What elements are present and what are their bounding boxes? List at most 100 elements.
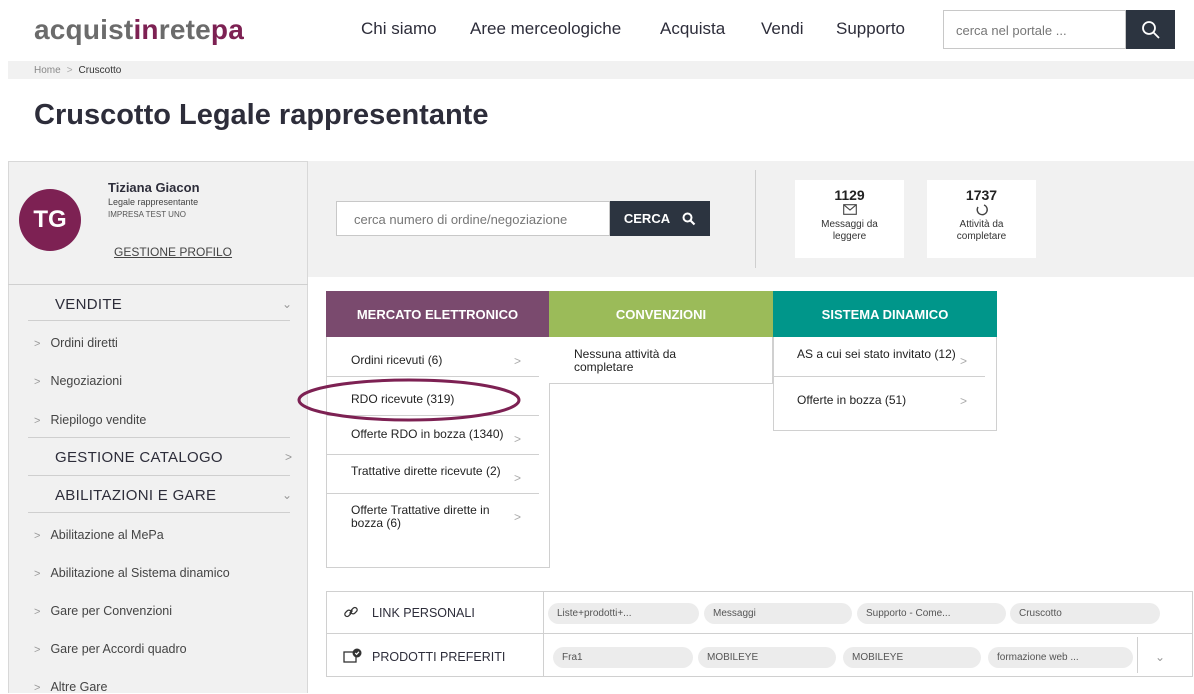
topbar-divider: [755, 170, 756, 268]
envelope-icon: [795, 203, 904, 219]
activities-stat[interactable]: 1737 Attività da completare: [927, 180, 1036, 258]
activities-label: completare: [956, 231, 1007, 242]
sistema-item-as-invitato[interactable]: AS a cui sei stato invitato (12): [797, 348, 957, 361]
sidebar-item-gare-accordi-quadro[interactable]: > Gare per Accordi quadro: [34, 642, 187, 656]
messages-stat[interactable]: 1129 Messaggi da leggere: [795, 180, 904, 258]
shortcuts-divider: [326, 633, 1193, 634]
panel-divider: [327, 493, 539, 494]
sidebar-section-abilitazioni[interactable]: ABILITAZIONI E GARE: [55, 487, 216, 504]
activities-label: Attività da: [959, 219, 1004, 230]
panel-divider: [327, 454, 539, 455]
user-company: IMPRESA TEST UNO: [108, 210, 186, 219]
chevron-right-icon[interactable]: >: [514, 510, 521, 524]
page-title: Cruscotto Legale rappresentante: [34, 99, 489, 131]
favorite-product-icon: [343, 648, 363, 669]
nav-acquista[interactable]: Acquista: [660, 19, 725, 39]
messages-count: 1129: [834, 187, 865, 203]
search-icon: [1141, 20, 1160, 39]
order-search-button[interactable]: CERCA: [610, 201, 710, 236]
sidebar-section-vendite[interactable]: VENDITE: [55, 296, 122, 313]
sidebar-divider: [8, 284, 308, 285]
convenzioni-panel: Nessuna attività da completare: [549, 337, 773, 384]
chevron-down-icon[interactable]: ⌄: [282, 297, 292, 311]
chevron-down-icon[interactable]: ⌄: [282, 488, 292, 502]
link-icon: [343, 604, 359, 623]
sidebar-item-abilitazione-mepa[interactable]: > Abilitazione al MePa: [34, 528, 164, 542]
chevron-right-icon: >: [34, 606, 41, 618]
activities-count: 1737: [965, 187, 998, 203]
nav-supporto[interactable]: Supporto: [836, 19, 905, 39]
link-pill[interactable]: Liste+prodotti+...: [548, 603, 699, 624]
panel-divider: [774, 376, 985, 377]
sidebar-section-gestione-catalogo[interactable]: GESTIONE CATALOGO: [55, 449, 223, 466]
portal-search-input[interactable]: cerca nel portale ...: [943, 10, 1126, 49]
logo-part: pa: [210, 14, 244, 45]
tab-mercato-elettronico[interactable]: MERCATO ELETTRONICO: [326, 291, 549, 337]
order-search-input[interactable]: cerca numero di ordine/negoziazione: [336, 201, 610, 236]
sidebar-item-label: Gare per Accordi quadro: [50, 642, 187, 656]
link-pill[interactable]: Supporto - Come...: [857, 603, 1006, 624]
chevron-down-icon[interactable]: ⌄: [1155, 650, 1165, 664]
site-logo[interactable]: acquistinretepa: [34, 14, 244, 46]
breadcrumb-home[interactable]: Home: [34, 65, 61, 76]
mercato-item-offerte-rdo[interactable]: Offerte RDO in bozza (1340): [351, 428, 511, 441]
gestione-profilo-link[interactable]: GESTIONE PROFILO: [114, 245, 232, 259]
favorites-divider: [1137, 637, 1138, 673]
mercato-item-ordini-ricevuti[interactable]: Ordini ricevuti (6): [351, 354, 442, 367]
chevron-right-icon[interactable]: >: [514, 354, 521, 368]
chevron-right-icon[interactable]: >: [514, 471, 521, 485]
breadcrumb: Home > Cruscotto: [8, 61, 1194, 79]
favorite-pill[interactable]: MOBILEYE: [843, 647, 981, 668]
sidebar-item-gare-convenzioni[interactable]: > Gare per Convenzioni: [34, 604, 172, 618]
sidebar-divider: [28, 320, 290, 321]
sidebar-item-ordini-diretti[interactable]: > Ordini diretti: [34, 336, 118, 350]
tab-convenzioni[interactable]: CONVENZIONI: [549, 291, 773, 337]
shortcuts-divider: [543, 591, 544, 677]
sidebar-item-riepilogo-vendite[interactable]: > Riepilogo vendite: [34, 413, 146, 427]
messages-label: Messaggi da: [821, 219, 878, 230]
mercato-item-trattative-ricevute[interactable]: Trattative dirette ricevute (2): [351, 465, 516, 478]
link-pill[interactable]: Cruscotto: [1010, 603, 1160, 624]
favorite-pill[interactable]: formazione web ...: [988, 647, 1133, 668]
nav-vendi[interactable]: Vendi: [761, 19, 804, 39]
sidebar-item-label: Gare per Convenzioni: [50, 604, 173, 618]
chevron-right-icon: >: [34, 376, 41, 388]
sidebar-divider: [28, 475, 290, 476]
sidebar-divider: [28, 437, 290, 438]
link-pill[interactable]: Messaggi: [704, 603, 852, 624]
portal-search-button[interactable]: [1126, 10, 1175, 49]
chevron-right-icon: >: [34, 415, 41, 427]
sidebar-item-negoziazioni[interactable]: > Negoziazioni: [34, 374, 122, 388]
avatar: TG: [19, 189, 81, 251]
nav-chi-siamo[interactable]: Chi siamo: [361, 19, 437, 39]
sidebar-item-label: Altre Gare: [50, 680, 108, 694]
chevron-right-icon[interactable]: >: [285, 450, 292, 464]
user-name: Tiziana Giacon: [108, 180, 200, 195]
chevron-right-icon[interactable]: >: [514, 432, 521, 446]
chevron-right-icon: >: [34, 682, 41, 694]
sidebar-item-altre-gare[interactable]: > Altre Gare: [34, 680, 107, 694]
chevron-right-icon[interactable]: >: [960, 394, 967, 408]
sistema-panel: AS a cui sei stato invitato (12) > Offer…: [773, 337, 997, 431]
logo-part: rete: [158, 14, 211, 45]
chevron-right-icon[interactable]: >: [960, 354, 967, 368]
breadcrumb-separator: >: [66, 65, 73, 76]
search-icon: [682, 212, 696, 225]
order-search-button-label: CERCA: [623, 211, 671, 226]
nav-aree-merceologiche[interactable]: Aree merceologiche: [470, 19, 621, 39]
user-role: Legale rappresentante: [108, 197, 199, 207]
sistema-item-offerte-bozza[interactable]: Offerte in bozza (51): [797, 394, 906, 407]
logo-part: in: [133, 14, 159, 45]
prodotti-preferiti-label: PRODOTTI PREFERITI: [372, 650, 506, 664]
messages-label: leggere: [832, 231, 867, 242]
sidebar-item-abilitazione-sistema-dinamico[interactable]: > Abilitazione al Sistema dinamico: [34, 566, 230, 580]
tab-sistema-dinamico[interactable]: SISTEMA DINAMICO: [773, 291, 997, 337]
chevron-right-icon: >: [34, 644, 41, 656]
convenzioni-empty-message: Nessuna attività da completare: [574, 347, 677, 374]
mercato-item-offerte-trattative[interactable]: Offerte Trattative dirette in bozza (6): [351, 504, 511, 530]
sidebar-item-label: Abilitazione al Sistema dinamico: [50, 566, 230, 580]
favorite-pill[interactable]: MOBILEYE: [698, 647, 836, 668]
link-personali-label: LINK PERSONALI: [372, 606, 475, 620]
mercato-panel: Ordini ricevuti (6) > RDO ricevute (319)…: [326, 337, 550, 568]
favorite-pill[interactable]: Fra1: [553, 647, 693, 668]
